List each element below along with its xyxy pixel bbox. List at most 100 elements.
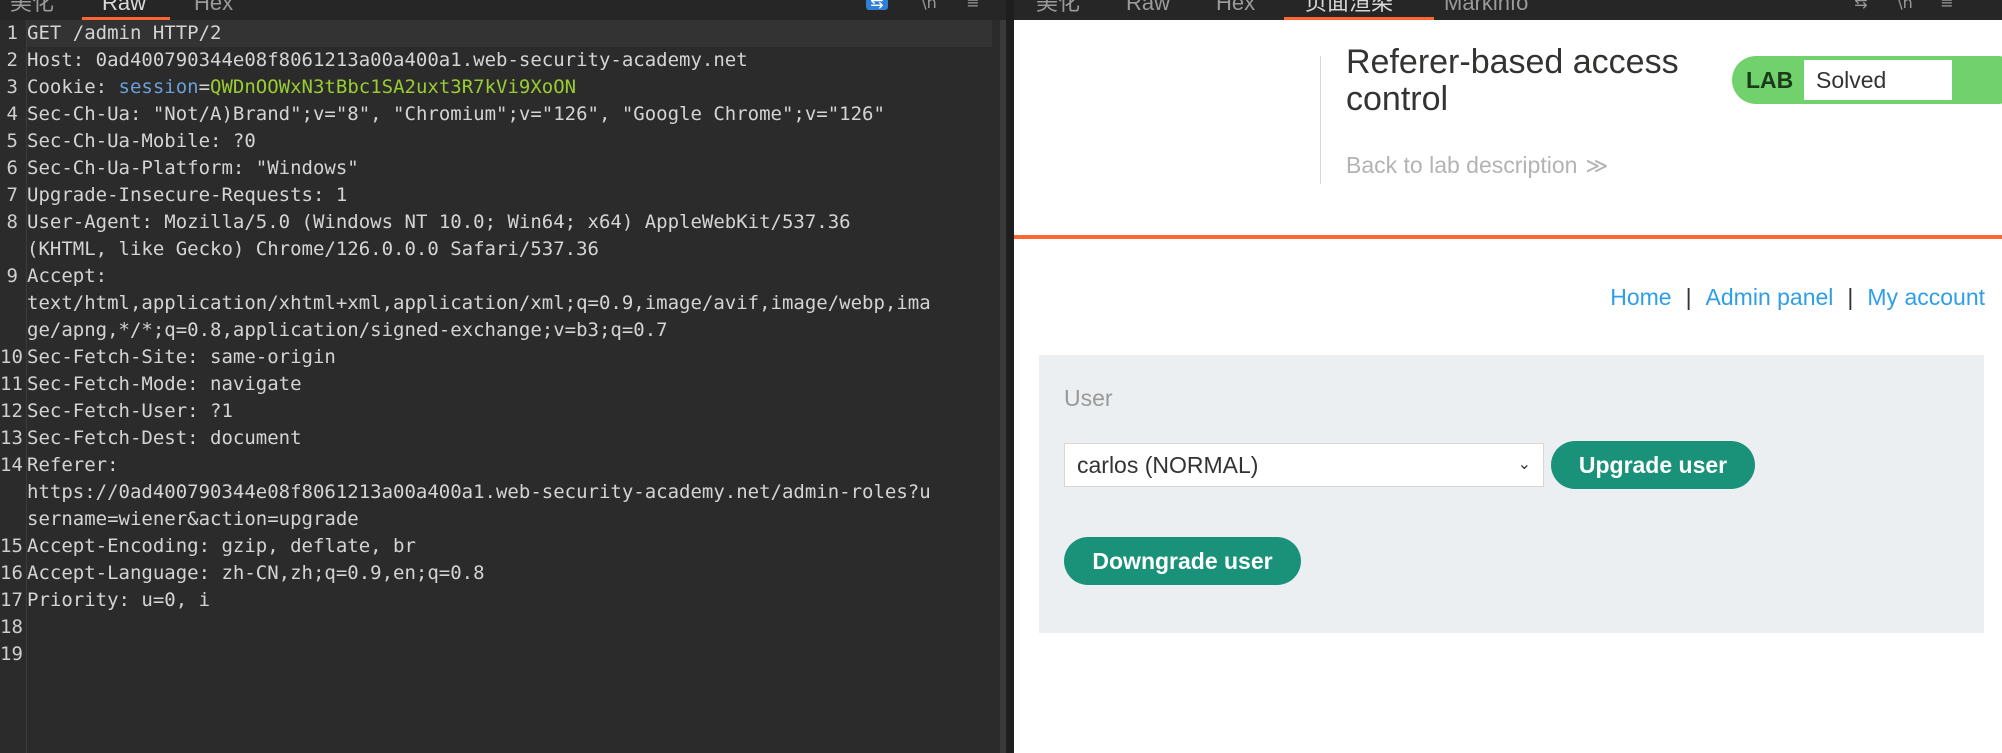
request-tabs: 美化 Raw Hex ⇆ \n ≡	[0, 0, 1006, 20]
request-line[interactable]: 5 Sec-Ch-Ua-Mobile: ?0	[7, 128, 992, 155]
request-line[interactable]: 19	[0, 641, 992, 668]
nav-admin-panel-link[interactable]: Admin panel	[1706, 284, 1834, 310]
back-to-lab-label: Back to lab description	[1346, 152, 1578, 178]
lab-status-value: Solved	[1804, 60, 1952, 100]
header-name: Sec-Fetch-Mode:	[27, 373, 211, 395]
header-rule	[1014, 235, 2002, 239]
header-value: text/html,application/xhtml+xml,applicat…	[27, 292, 931, 314]
line-number: 1	[6, 22, 18, 44]
request-line[interactable]: 6 Sec-Ch-Ua-Platform: "Windows"	[7, 155, 992, 182]
line-number: 10	[0, 346, 23, 368]
header-name: Sec-Fetch-Site:	[27, 346, 211, 368]
header-value: =	[198, 76, 211, 98]
cookie-value: QWDnOOWxN3tBbc1SA2uxt3R7kVi9XoON	[210, 76, 577, 98]
header-value: sername=wiener&action=upgrade	[27, 508, 359, 530]
back-to-lab-link[interactable]: Back to lab description ≫	[1346, 152, 1608, 179]
line-number: 3	[6, 76, 18, 98]
tab-markinfo[interactable]: Markinfo	[1444, 0, 1528, 20]
header-value: Mozilla/5.0 (Windows NT 10.0; Win64; x64…	[164, 211, 851, 233]
header-value: ?0	[232, 130, 256, 152]
user-select[interactable]: carlos (NORMAL) ⌄	[1064, 443, 1544, 487]
nav-separator: |	[1847, 284, 1854, 310]
nav-home-link[interactable]: Home	[1610, 284, 1671, 310]
request-line[interactable]: text/html,application/xhtml+xml,applicat…	[27, 290, 992, 317]
request-line[interactable]: 18	[0, 614, 992, 641]
line-number: 16	[0, 562, 23, 584]
header-name: Accept:	[27, 265, 108, 287]
downgrade-user-button[interactable]: Downgrade user	[1064, 537, 1301, 585]
tab-hex[interactable]: Hex	[194, 0, 233, 20]
header-value: document	[210, 427, 302, 449]
request-line[interactable]: 2 Host: 0ad400790344e08f8061213a00a400a1.…	[7, 47, 992, 74]
tab-raw-response[interactable]: Raw	[1126, 0, 1170, 20]
line-number: 19	[0, 643, 23, 665]
header-value: ge/apng,*/*;q=0.8,application/signed-exc…	[27, 319, 668, 341]
request-line[interactable]: 15 Accept-Encoding: gzip, deflate, br	[0, 533, 992, 560]
header-value: "Not/A)Brand";v="8", "Chromium";v="126",…	[152, 103, 885, 125]
header-value: "Windows"	[255, 157, 359, 179]
request-editor[interactable]: 1 GET /admin HTTP/2 2 Host: 0ad400790344e08…	[0, 20, 992, 753]
newline-toggle-icon[interactable]: \n	[918, 0, 940, 11]
tab-hex-response[interactable]: Hex	[1216, 0, 1255, 20]
academy-logo	[1014, 50, 1319, 180]
request-line[interactable]: 9 Accept:	[7, 263, 992, 290]
nav-my-account-link[interactable]: My account	[1867, 284, 1985, 310]
nav-separator: |	[1685, 284, 1692, 310]
request-line[interactable]: 7 Upgrade-Insecure-Requests: 1	[7, 182, 992, 209]
panel-divider[interactable]	[1006, 0, 1014, 753]
request-line[interactable]: 1 GET /admin HTTP/2	[7, 20, 992, 47]
line-number: 9	[6, 265, 18, 287]
upgrade-user-button[interactable]: Upgrade user	[1551, 441, 1755, 489]
line-number: 4	[6, 103, 18, 125]
request-line[interactable]: 12 Sec-Fetch-User: ?1	[0, 398, 992, 425]
header-value: ?1	[210, 400, 233, 422]
wrap-toggle-icon[interactable]: ⇆	[866, 0, 888, 11]
request-line[interactable]: 8 User-Agent: Mozilla/5.0 (Windows NT 10.…	[7, 209, 992, 236]
lab-header: Referer-based access control Back to lab…	[1014, 20, 2002, 235]
request-line[interactable]: ge/apng,*/*;q=0.8,application/signed-exc…	[27, 317, 992, 344]
line-number: 13	[0, 427, 23, 449]
tab-pretty-response[interactable]: 美化	[1036, 0, 1080, 20]
line-number: 5	[6, 130, 18, 152]
newline-toggle-icon[interactable]: \n	[1894, 0, 1916, 11]
request-line[interactable]: 11 Sec-Fetch-Mode: navigate	[0, 371, 992, 398]
header-separator	[1320, 56, 1321, 184]
request-line[interactable]: 14 Referer:	[0, 452, 992, 479]
line-number: 6	[6, 157, 18, 179]
header-value: u=0, i	[141, 589, 211, 611]
request-editor-panel: 美化 Raw Hex ⇆ \n ≡ 1 GET /admin HTTP/2 2 Hos…	[0, 0, 1006, 753]
header-value: (KHTML, like Gecko) Chrome/126.0.0.0 Saf…	[27, 238, 599, 260]
cookie-key: session	[118, 76, 199, 98]
tab-render-underline	[1284, 17, 1434, 20]
lab-status-badge: LAB Solved	[1732, 56, 2002, 104]
lab-title: Referer-based access control	[1346, 43, 1679, 118]
request-line[interactable]: (KHTML, like Gecko) Chrome/126.0.0.0 Saf…	[27, 236, 992, 263]
header-name: Accept-Encoding:	[27, 535, 222, 557]
line-number: 14	[0, 454, 23, 476]
request-line[interactable]: sername=wiener&action=upgrade	[27, 506, 992, 533]
header-name: Upgrade-Insecure-Requests:	[27, 184, 336, 206]
request-line[interactable]: 10 Sec-Fetch-Site: same-origin	[0, 344, 992, 371]
header-name: Accept-Language:	[27, 562, 222, 584]
request-line[interactable]: 3 Cookie: session=QWDnOOWxN3tBbc1SA2uxt3R…	[7, 74, 992, 101]
request-line[interactable]: 13 Sec-Fetch-Dest: document	[0, 425, 992, 452]
header-name: Cookie:	[27, 76, 119, 98]
line-number: 8	[6, 211, 18, 233]
double-chevron-right-icon: ≫	[1585, 153, 1609, 178]
lab-badge-label: LAB	[1746, 67, 1794, 93]
request-line[interactable]: 16 Accept-Language: zh-CN,zh;q=0.9,en;q=0…	[0, 560, 992, 587]
chevron-down-icon: ⌄	[1517, 456, 1531, 473]
header-name: Sec-Ch-Ua-Mobile:	[27, 130, 233, 152]
menu-icon[interactable]: ≡	[1936, 0, 1958, 11]
request-line[interactable]: 4 Sec-Ch-Ua: "Not/A)Brand";v="8", "Chromi…	[7, 101, 992, 128]
header-name: Sec-Ch-Ua-Platform:	[27, 157, 256, 179]
tab-pretty[interactable]: 美化	[10, 0, 54, 20]
wrap-toggle-icon[interactable]: ⇆	[1850, 0, 1872, 11]
line-number: 2	[6, 49, 18, 71]
request-line[interactable]: https://0ad400790344e08f8061213a00a400a1…	[27, 479, 992, 506]
header-name: GET /admin HTTP/2	[27, 22, 222, 44]
header-name: Sec-Ch-Ua:	[27, 103, 153, 125]
menu-icon[interactable]: ≡	[962, 0, 984, 11]
request-line[interactable]: 17 Priority: u=0, i	[0, 587, 992, 614]
line-number: 17	[0, 589, 23, 611]
